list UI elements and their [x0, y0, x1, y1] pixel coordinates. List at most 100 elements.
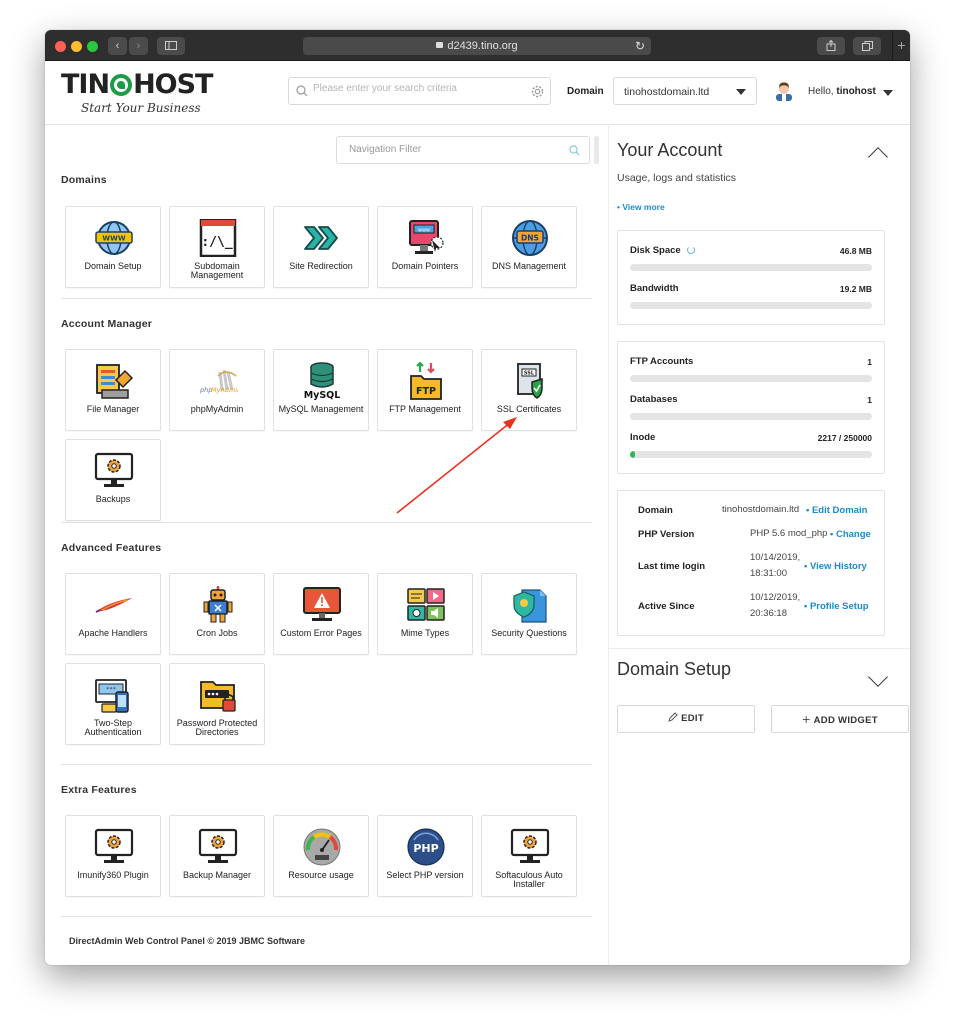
user-menu-caret-icon[interactable] — [883, 90, 893, 96]
pencil-icon — [668, 712, 678, 722]
stat-name: Bandwidth — [630, 283, 679, 294]
tile-ssl-certificates[interactable]: SSL SSL Certificates — [481, 349, 577, 431]
tile-two-step-authentication[interactable]: *** Two-Step Authentication — [65, 663, 161, 745]
new-tab-button[interactable]: + — [892, 30, 910, 61]
file-folder-icon — [96, 364, 134, 399]
chevron-right-icon: › — [136, 40, 141, 52]
plus-icon: + — [802, 711, 811, 727]
user-menu[interactable]: Hello, tinohost — [808, 86, 876, 97]
tile-security-questions[interactable]: Security Questions — [481, 573, 577, 655]
svg-text:SSL: SSL — [524, 371, 535, 377]
tinohost-logo[interactable]: TIN HOST — [61, 69, 213, 100]
edit-button-label: EDIT — [681, 713, 704, 724]
robot-icon — [203, 586, 233, 623]
tile-apache-handlers[interactable]: Apache Handlers — [65, 573, 161, 655]
tabs-overview-button[interactable] — [853, 37, 881, 55]
plus-icon: + — [897, 37, 906, 53]
section-title-domains: Domains — [61, 174, 107, 186]
monitor-gear-icon — [94, 828, 134, 863]
change-php-link[interactable]: • Change — [830, 529, 871, 540]
chevron-down-icon[interactable] — [868, 667, 888, 687]
domain-select[interactable]: tinohostdomain.ltd — [613, 77, 757, 105]
logo-o-leaf-icon — [110, 74, 133, 96]
domain-label: Domain — [567, 86, 604, 97]
address-bar[interactable]: d2439.tino.org ↻ — [303, 37, 651, 55]
tile-custom-error-pages[interactable]: Custom Error Pages — [273, 573, 369, 655]
info-value: 10/12/2019, 20:36:18 — [750, 592, 801, 619]
tile-phpmyadmin[interactable]: php MyAdmin phpMyAdmin — [169, 349, 265, 431]
stat-name: Disk Space — [630, 245, 695, 256]
tile-cron-jobs[interactable]: Cron Jobs — [169, 573, 265, 655]
sidebar-scrollbar[interactable] — [594, 136, 599, 164]
tile-label: File Manager — [86, 404, 140, 414]
monitor-warning-icon — [303, 587, 341, 621]
tile-file-manager[interactable]: File Manager — [65, 349, 161, 431]
view-history-link[interactable]: • View History — [804, 561, 867, 572]
chevron-up-icon[interactable] — [868, 147, 888, 167]
tile-label: Subdomain Management — [190, 261, 244, 280]
progress-bar — [630, 375, 872, 382]
navigation-filter-input[interactable] — [349, 144, 559, 155]
tile-label: Mime Types — [400, 628, 450, 638]
section-title-account-manager: Account Manager — [61, 318, 153, 330]
media-types-icon — [407, 588, 445, 621]
minimize-window-button[interactable] — [71, 41, 82, 52]
tile-label: Domain Setup — [84, 261, 142, 271]
edit-domain-link[interactable]: • Edit Domain — [806, 505, 867, 516]
view-more-link[interactable]: • View more — [617, 202, 665, 212]
close-window-button[interactable] — [55, 41, 66, 52]
tile-mysql-management[interactable]: MySQL MySQL Management — [273, 349, 369, 431]
tile-ftp-management[interactable]: FTP FTP Management — [377, 349, 473, 431]
tile-subdomain-management[interactable]: :/\_ Subdomain Management — [169, 206, 265, 288]
tile-dns-management[interactable]: DNS DNS Management — [481, 206, 577, 288]
tile-select-php-version[interactable]: PHP Select PHP version — [377, 815, 473, 897]
back-button[interactable]: ‹ — [108, 37, 127, 55]
panel-divider — [609, 648, 910, 649]
tile-imunify360-plugin[interactable]: Imunify360 Plugin — [65, 815, 161, 897]
zoom-window-button[interactable] — [87, 41, 98, 52]
global-search-box[interactable] — [288, 77, 551, 105]
gear-icon[interactable] — [531, 85, 544, 98]
domain-setup-title: Domain Setup — [617, 659, 732, 679]
tile-mime-types[interactable]: Mime Types — [377, 573, 473, 655]
tile-softaculous-auto-installer[interactable]: Softaculous Auto Installer — [481, 815, 577, 897]
reload-icon[interactable]: ↻ — [635, 37, 645, 55]
globe-dns-icon: DNS — [512, 220, 548, 256]
info-value: PHP 5.6 mod_php — [750, 528, 828, 539]
php-badge-icon: PHP — [407, 828, 445, 866]
tile-label: FTP Management — [389, 404, 461, 414]
username: tinohost — [836, 86, 876, 97]
search-input[interactable] — [313, 83, 523, 94]
ssl-certificate-icon: SSL — [517, 363, 543, 399]
share-button[interactable] — [817, 37, 845, 55]
url-text: d2439.tino.org — [447, 40, 518, 52]
monitor-pointer-icon: www — [409, 220, 444, 254]
section-divider — [61, 764, 592, 765]
tile-domain-pointers[interactable]: www Domain Pointers — [377, 206, 473, 288]
add-widget-button[interactable]: + ADD WIDGET — [771, 705, 909, 733]
tile-password-protected-directories[interactable]: Password Protected Directories — [169, 663, 265, 745]
progress-bar — [630, 302, 872, 309]
user-avatar[interactable] — [775, 81, 793, 101]
progress-bar — [630, 413, 872, 420]
section-divider — [61, 916, 592, 917]
profile-setup-link[interactable]: • Profile Setup — [804, 601, 869, 612]
tile-domain-setup[interactable]: WWW Domain Setup — [65, 206, 161, 288]
sidebar-toggle-button[interactable] — [157, 37, 185, 55]
forward-button[interactable]: › — [129, 37, 148, 55]
navigation-filter[interactable] — [336, 136, 590, 164]
hello-prefix: Hello, — [808, 86, 834, 97]
edit-button[interactable]: EDIT — [617, 705, 755, 733]
tile-label: MySQL Management — [278, 404, 364, 414]
usage-card: Disk Space 46.8 MB Bandwidth 19.2 MB — [617, 230, 885, 325]
phpmyadmin-logo-icon: php MyAdmin — [199, 369, 238, 394]
tile-backup-manager[interactable]: Backup Manager — [169, 815, 265, 897]
tile-backups[interactable]: Backups — [65, 439, 161, 521]
tile-label: Security Questions — [491, 628, 567, 638]
stat-value: 19.2 MB — [839, 284, 872, 294]
tile-site-redirection[interactable]: Site Redirection — [273, 206, 369, 288]
main-content: Domains WWW Domain Setup :/\_ Subdomain … — [45, 126, 910, 965]
account-info-card: Domain tinohostdomain.ltd • Edit Domain … — [617, 490, 885, 636]
tile-resource-usage[interactable]: Resource usage — [273, 815, 369, 897]
svg-text:www: www — [418, 228, 430, 234]
